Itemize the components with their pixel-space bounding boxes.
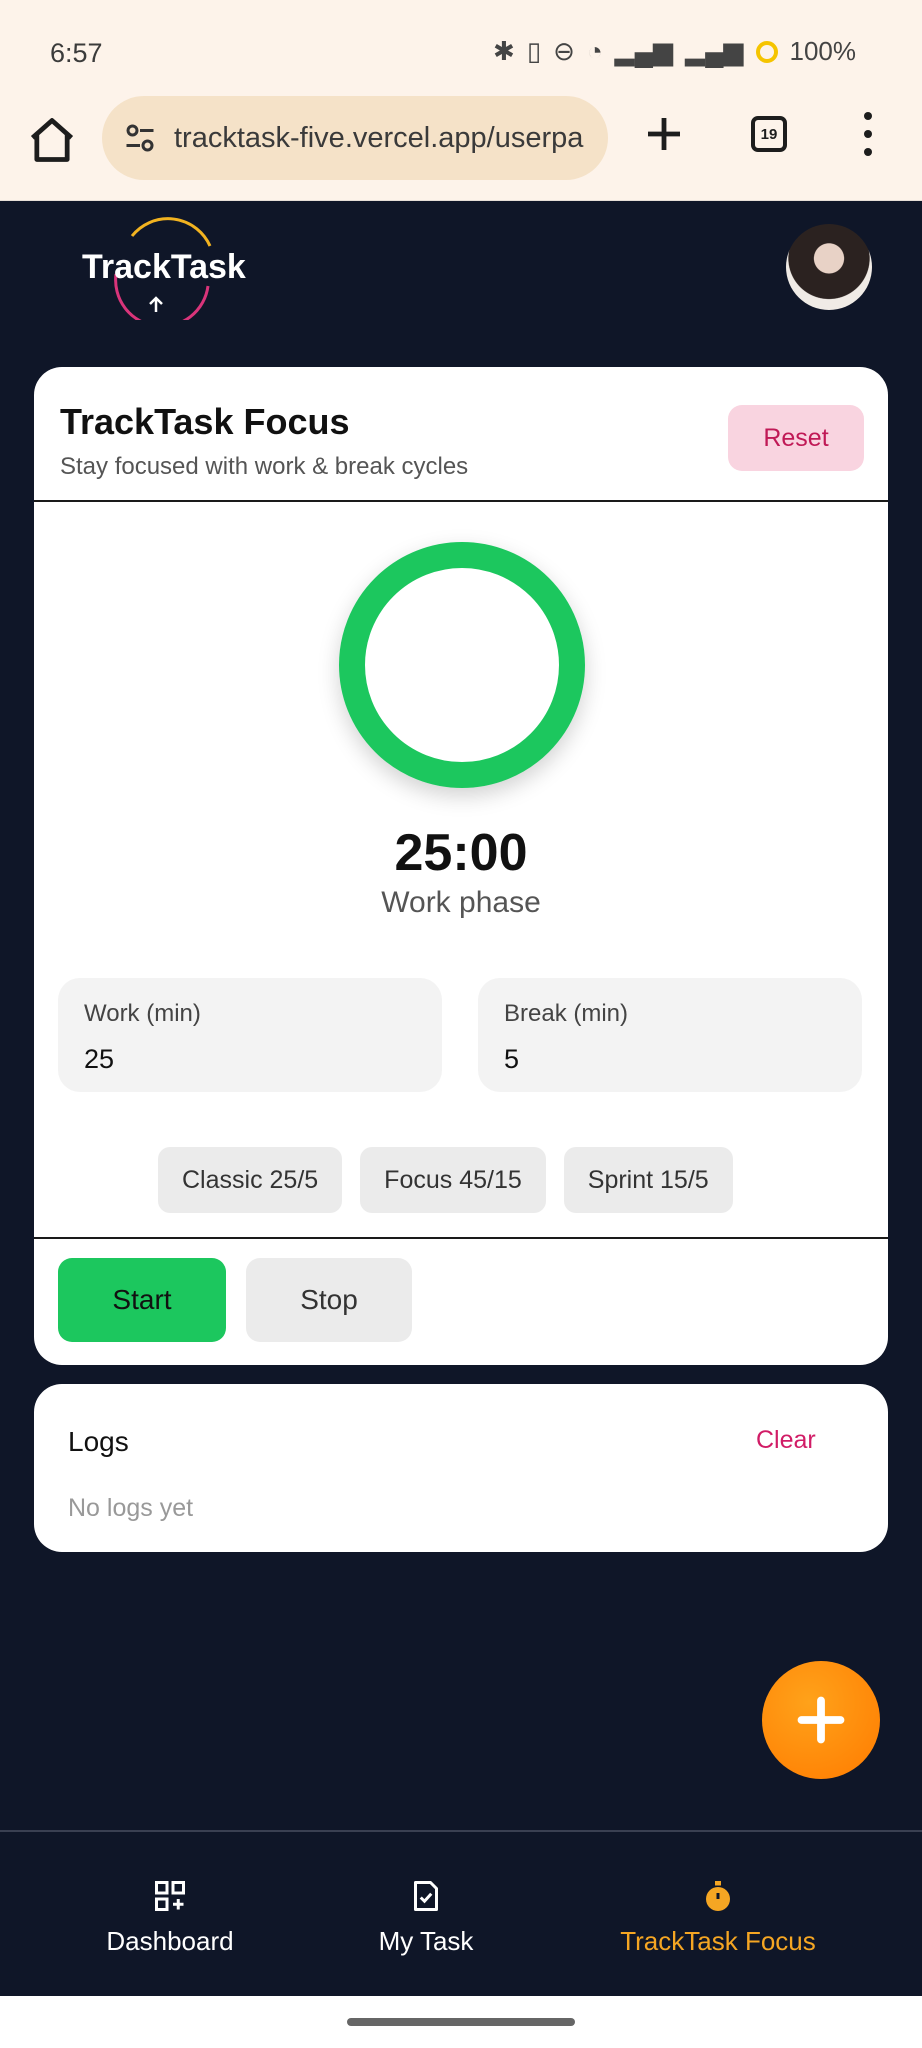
nav-my-task[interactable]: My Task — [370, 1832, 482, 1957]
preset-classic-button[interactable]: Classic 25/5 — [158, 1147, 343, 1213]
dnd-icon: ⊖ — [553, 36, 575, 66]
reset-button[interactable]: Reset — [728, 405, 864, 471]
signal-icon-2: ▂▄▆ — [685, 36, 744, 66]
status-bar: 6:57 ✱ ▯ ⊖ ◔ ▂▄▆ ▂▄▆ 100% — [0, 0, 922, 96]
logs-title: Logs — [68, 1426, 129, 1457]
stopwatch-icon — [706, 1881, 730, 1911]
preset-focus-button[interactable]: Focus 45/15 — [360, 1147, 546, 1213]
new-tab-icon[interactable] — [640, 110, 688, 158]
focus-card: TrackTask Focus Stay focused with work &… — [34, 367, 888, 1365]
timer-display: 25:00 — [394, 824, 528, 882]
bottom-nav: Dashboard My Task TrackTask Focus — [0, 1830, 922, 1998]
battery-percent: 100% — [789, 36, 857, 66]
preset-sprint-button[interactable]: Sprint 15/5 — [563, 1147, 733, 1213]
stop-button[interactable]: Stop — [246, 1258, 412, 1342]
timer-phase: Work phase — [381, 886, 541, 919]
nav-tracktask-focus[interactable]: TrackTask Focus — [614, 1832, 822, 1957]
task-check-icon — [414, 1881, 438, 1911]
status-time: 6:57 — [50, 38, 103, 68]
break-minutes-label: Break (min) — [504, 1000, 629, 1027]
controls-divider — [34, 1237, 888, 1239]
home-gesture-pill[interactable] — [347, 2018, 575, 2026]
url-bar[interactable]: tracktask-five.vercel.app/userpa — [102, 96, 608, 180]
nav-dashboard[interactable]: Dashboard — [104, 1832, 236, 1957]
add-fab-button[interactable] — [762, 1661, 880, 1779]
focus-subtitle: Stay focused with work & break cycles — [60, 453, 469, 480]
tab-switcher-button[interactable]: 19 — [751, 116, 787, 152]
wifi-icon: ◔ — [586, 36, 603, 66]
battery-saver-icon — [755, 40, 778, 63]
tracktask-logo[interactable]: TrackTask — [80, 216, 250, 320]
work-minutes-value[interactable]: 25 — [84, 1044, 114, 1075]
nav-tracktask-focus-label: TrackTask Focus — [620, 1926, 816, 1956]
status-icons: ✱ ▯ ⊖ ◔ ▂▄▆ ▂▄▆ 100% — [493, 36, 856, 67]
user-avatar[interactable] — [786, 224, 872, 310]
system-gesture-bar — [0, 1996, 922, 2048]
url-text[interactable]: tracktask-five.vercel.app/userpa — [174, 122, 583, 155]
work-minutes-label: Work (min) — [84, 1000, 201, 1027]
signal-icon: ▂▄▆ — [614, 36, 674, 66]
preset-group: Classic 25/5 Focus 45/15 Sprint 15/5 — [158, 1147, 733, 1213]
break-minutes-field[interactable]: Break (min) 5 — [478, 978, 862, 1092]
logs-card: Logs Clear No logs yet — [34, 1384, 888, 1552]
logo-text: TrackTask — [82, 248, 246, 286]
site-settings-icon[interactable] — [122, 120, 158, 156]
dashboard-icon — [155, 1881, 185, 1911]
clear-logs-button[interactable]: Clear — [756, 1426, 816, 1455]
start-button[interactable]: Start — [58, 1258, 226, 1342]
header-divider — [34, 500, 888, 502]
nav-dashboard-label: Dashboard — [106, 1926, 234, 1956]
vibrate-icon: ▯ — [526, 36, 542, 66]
nav-my-task-label: My Task — [378, 1926, 474, 1956]
work-minutes-field[interactable]: Work (min) 25 — [58, 978, 442, 1092]
browser-menu-icon[interactable] — [862, 112, 874, 156]
break-minutes-value[interactable]: 5 — [504, 1044, 519, 1075]
plus-icon — [797, 1696, 845, 1744]
home-icon[interactable] — [26, 114, 78, 166]
focus-title: TrackTask Focus — [60, 401, 350, 442]
browser-toolbar: tracktask-five.vercel.app/userpa 19 — [0, 96, 922, 201]
bluetooth-icon: ✱ — [493, 36, 515, 66]
logs-empty-state: No logs yet — [68, 1494, 194, 1522]
timer-progress-ring — [339, 542, 585, 788]
